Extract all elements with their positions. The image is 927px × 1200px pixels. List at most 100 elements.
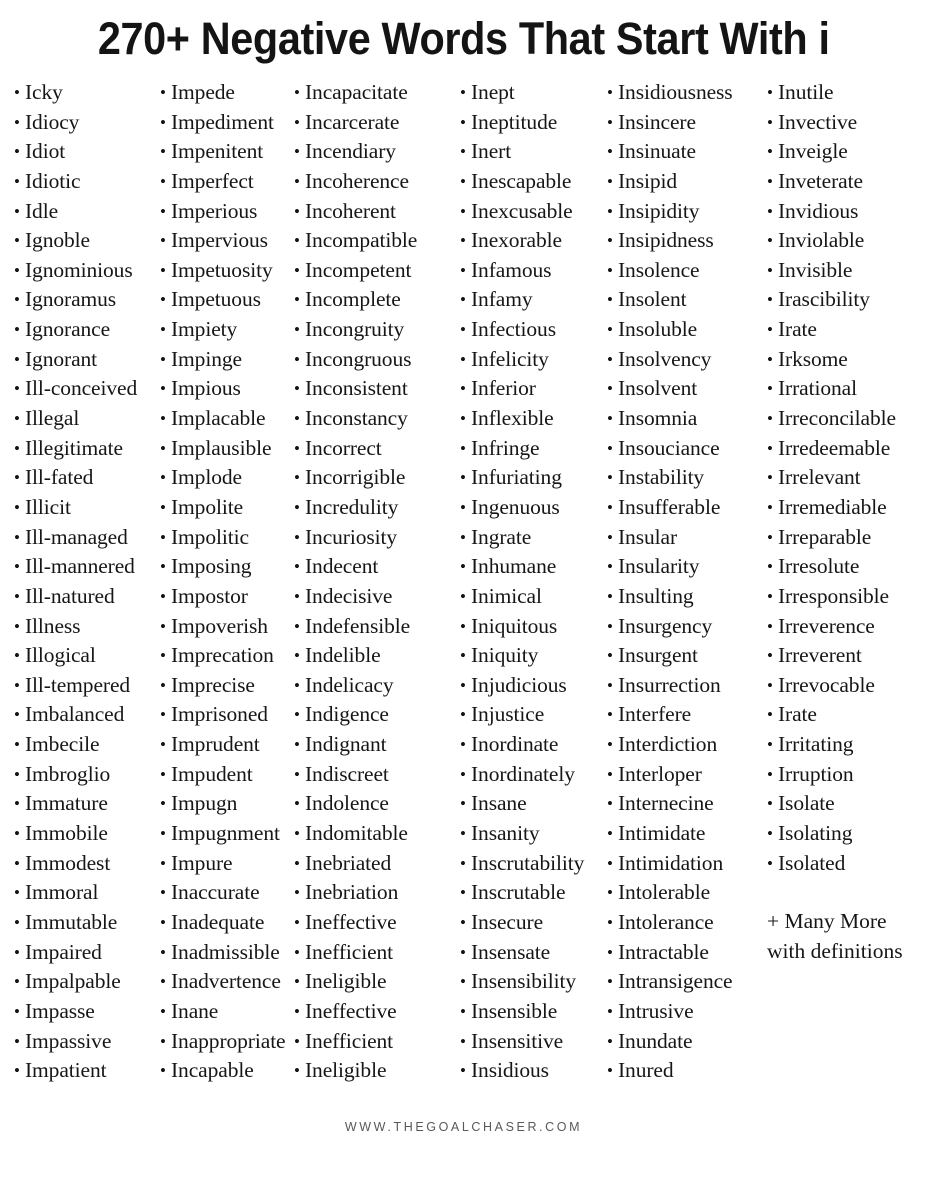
word-text: Ignorant [25, 346, 98, 371]
word-text: Inundate [618, 1028, 693, 1053]
word-list-item: • Instability [607, 463, 757, 493]
word-list-item: • Insipidity [607, 197, 757, 227]
bullet-icon: • [14, 1061, 20, 1081]
word-list-item: • Infectious [460, 315, 602, 345]
word-text: Inviolable [778, 228, 865, 253]
bullet-icon: • [607, 883, 613, 903]
word-list-item: • Insensibility [460, 967, 602, 997]
word-text: Inferior [471, 376, 536, 401]
bullet-icon: • [460, 497, 466, 517]
word-column-3: • Incapacitate • Incarcerate • Incendiary • Inc… [294, 78, 452, 1086]
word-list-item: • Intimidation [607, 849, 757, 879]
bullet-icon: • [160, 171, 166, 191]
bullet-icon: • [767, 646, 773, 666]
word-list-item: • Interfere [607, 700, 757, 730]
word-text: Inhumane [471, 554, 557, 579]
bullet-icon: • [460, 586, 466, 606]
word-list-item: • Insolvent [607, 374, 757, 404]
word-text: Idiotic [25, 168, 81, 193]
word-list-item: • Infelicity [460, 345, 602, 375]
word-list-item: • Illogical [14, 641, 154, 671]
bullet-icon: • [460, 349, 466, 369]
bullet-icon: • [607, 735, 613, 755]
bullet-icon: • [294, 83, 300, 102]
bullet-icon: • [14, 349, 20, 369]
word-list-item: • Irritating [767, 730, 927, 760]
word-list-item: • Ignorance [14, 315, 154, 345]
many-more-note: + Many More with definitions [767, 907, 927, 966]
word-text: Interdiction [618, 732, 718, 757]
word-text: Incomplete [305, 287, 401, 312]
word-text: Inebriated [305, 850, 392, 875]
word-list-item: • Incompatible [294, 226, 452, 256]
bullet-icon: • [607, 912, 613, 932]
word-text: Incoherent [305, 198, 396, 223]
word-list-poster: 270+ Negative Words That Start With i • I… [0, 0, 927, 1200]
bullet-icon: • [294, 171, 300, 191]
word-text: Irreverence [778, 613, 875, 638]
word-text: Indigence [305, 702, 389, 727]
bullet-icon: • [160, 646, 166, 666]
word-list-item: • Ineffective [294, 997, 452, 1027]
word-text: Immoral [25, 880, 99, 905]
word-list-item: • Imbalanced [14, 700, 154, 730]
word-list-item: • Inveterate [767, 167, 927, 197]
word-text: Irremediable [778, 494, 887, 519]
word-list-item: • Insipidness [607, 226, 757, 256]
bullet-icon: • [294, 883, 300, 903]
bullet-icon: • [294, 586, 300, 606]
word-list-item: • Invidious [767, 197, 927, 227]
bullet-icon: • [14, 616, 20, 636]
bullet-icon: • [14, 883, 20, 903]
word-list-item: • Immutable [14, 908, 154, 938]
bullet-icon: • [14, 201, 20, 221]
word-column-6: • Inutile • Invective • Inveigle • Inveterate • I… [757, 78, 927, 967]
word-list-item: • Ignoramus [14, 285, 154, 315]
word-text: Injustice [471, 702, 545, 727]
bullet-icon: • [294, 972, 300, 992]
bullet-icon: • [767, 320, 773, 340]
word-text: Inert [471, 139, 512, 164]
word-text: Indecent [305, 554, 379, 579]
bullet-icon: • [160, 320, 166, 340]
word-list-item: • Impatient [14, 1056, 154, 1086]
word-text: Insurgent [618, 643, 698, 668]
word-text: Insipidness [618, 228, 714, 253]
bullet-icon: • [460, 290, 466, 310]
bullet-icon: • [460, 735, 466, 755]
word-text: Incuriosity [305, 524, 398, 549]
word-text: Impinge [171, 346, 242, 371]
word-text: Idiocy [25, 109, 80, 134]
word-text: Insidiousness [618, 80, 733, 104]
word-list-item: • Infuriating [460, 463, 602, 493]
bullet-icon: • [607, 112, 613, 132]
bullet-icon: • [460, 231, 466, 251]
word-text: Inutile [778, 80, 834, 104]
bullet-icon: • [14, 260, 20, 280]
bullet-icon: • [14, 171, 20, 191]
word-text: Insidious [471, 1058, 549, 1083]
bullet-icon: • [607, 83, 613, 102]
word-list-item: • Irremediable [767, 493, 927, 523]
bullet-icon: • [294, 112, 300, 132]
word-text: Inveterate [778, 168, 863, 193]
word-text: Ignoble [25, 228, 90, 253]
word-list-item: • Inebriation [294, 878, 452, 908]
bullet-icon: • [460, 675, 466, 695]
word-list-item: • Irrevocable [767, 671, 927, 701]
word-list-item: • Insensate [460, 938, 602, 968]
bullet-icon: • [460, 320, 466, 340]
word-list-item: • Idiotic [14, 167, 154, 197]
word-list-item: • Ill-mannered [14, 552, 154, 582]
word-list-item: • Incongruous [294, 345, 452, 375]
bullet-icon: • [160, 705, 166, 725]
word-text: Indomitable [305, 821, 408, 846]
word-text: Infamy [471, 287, 533, 312]
bullet-icon: • [14, 290, 20, 310]
word-text: Ill-conceived [25, 376, 138, 401]
word-text: Imbroglio [25, 761, 111, 786]
word-list-item: • Impugn [160, 789, 294, 819]
word-text: Indelicacy [305, 672, 394, 697]
word-text: Imprudent [171, 732, 260, 757]
word-list-item: • Irredeemable [767, 434, 927, 464]
